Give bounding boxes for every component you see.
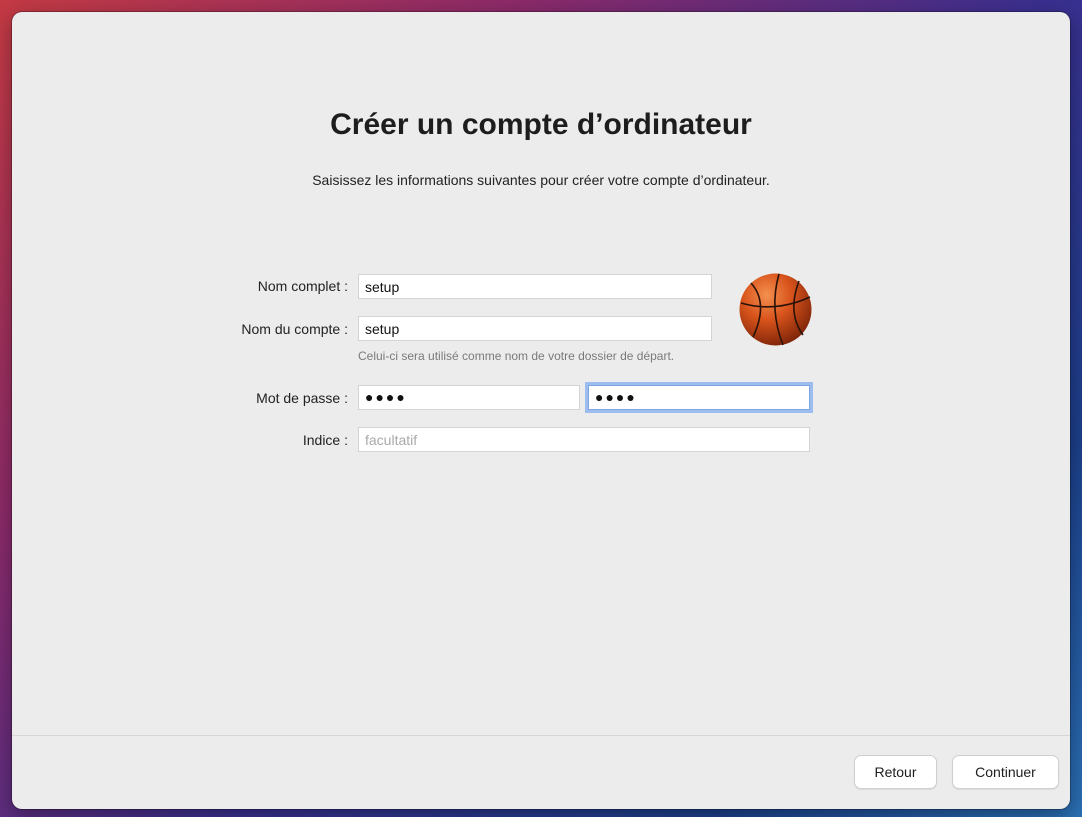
account-name-field[interactable]: [358, 316, 712, 341]
account-name-label: Nom du compte :: [241, 321, 348, 337]
back-button[interactable]: Retour: [854, 755, 937, 789]
password-field[interactable]: ●●●●: [358, 385, 580, 410]
password-label: Mot de passe :: [256, 390, 348, 406]
password-verify-field[interactable]: ●●●●: [588, 385, 810, 410]
full-name-field[interactable]: [358, 274, 712, 299]
basketball-icon: [739, 273, 812, 346]
account-name-help-text: Celui-ci sera utilisé comme nom de votre…: [358, 349, 675, 363]
page-subtitle: Saisissez les informations suivantes pou…: [312, 172, 770, 188]
hint-field[interactable]: [358, 427, 810, 452]
footer-divider: [12, 735, 1070, 736]
full-name-label: Nom complet :: [257, 278, 348, 294]
avatar[interactable]: [739, 273, 812, 346]
page-title: Créer un compte d’ordinateur: [330, 108, 752, 141]
hint-label: Indice :: [302, 432, 348, 448]
setup-assistant-window: Créer un compte d’ordinateur Saisissez l…: [12, 12, 1070, 809]
continue-button[interactable]: Continuer: [952, 755, 1059, 789]
